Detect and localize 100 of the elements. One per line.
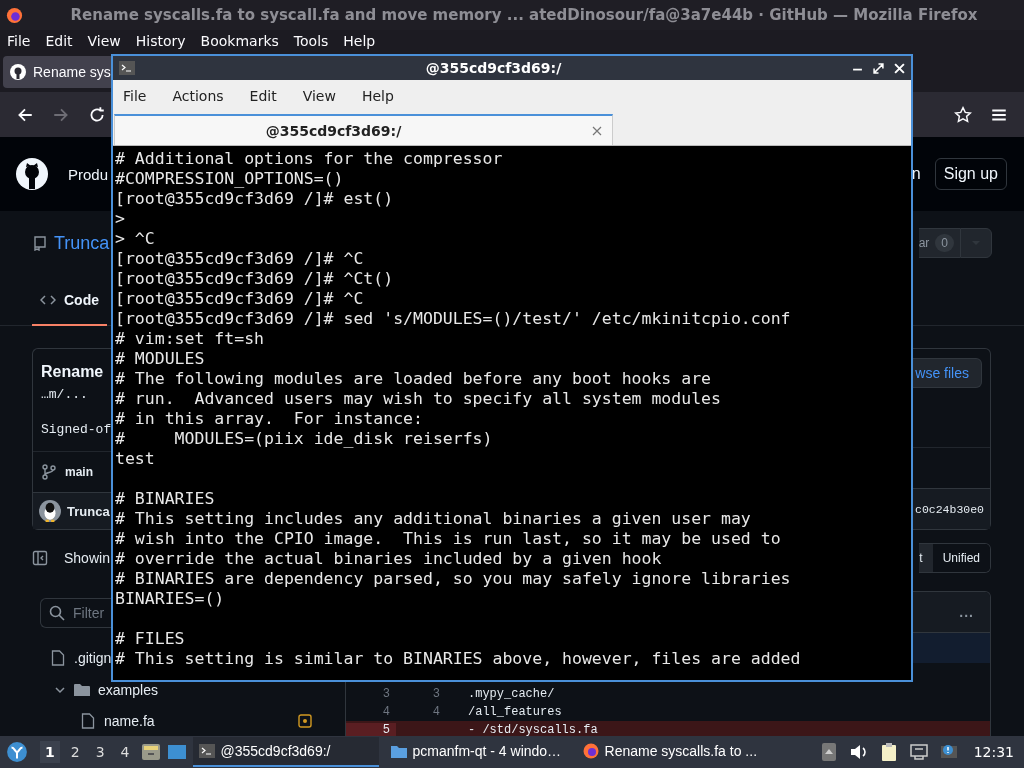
repo-name[interactable]: Trunca xyxy=(54,232,110,254)
volume-icon[interactable] xyxy=(849,743,868,761)
terminal-line: # FILES xyxy=(115,629,185,649)
window-title: @355cd9cf3d69:/ xyxy=(424,60,563,76)
branch-icon xyxy=(41,464,57,480)
workspace-button[interactable]: 2 xyxy=(65,741,85,763)
terminal-line: test xyxy=(115,449,155,469)
notification-icon[interactable] xyxy=(939,743,958,761)
workspace-button[interactable]: 3 xyxy=(90,741,110,763)
line-number: 5 xyxy=(346,723,396,737)
commit-message: …m/... xyxy=(41,387,88,402)
menu-item[interactable]: Bookmarks xyxy=(200,33,279,49)
line-number: 3 xyxy=(381,687,391,701)
folder-icon xyxy=(390,743,407,759)
terminal-line: # BINARIES are dependency parsed, so you may safely ignore libraries xyxy=(115,569,791,589)
firefox-icon xyxy=(5,5,24,25)
code-line: .mypy_cache/ xyxy=(468,687,555,701)
menu-item[interactable]: View xyxy=(87,33,121,49)
browse-files-button[interactable]: wse files xyxy=(913,358,982,388)
author-name[interactable]: Trunca xyxy=(67,503,110,519)
menu-item[interactable]: Actions xyxy=(172,88,224,104)
star-count: 0 xyxy=(935,234,954,252)
line-number: 4 xyxy=(381,705,391,719)
folder-icon xyxy=(74,681,90,698)
taskbar-task[interactable]: Rename syscalls.fa to ... xyxy=(576,737,764,767)
terminal-line: BINARIES=() xyxy=(115,589,225,609)
taskbar-task[interactable]: @355cd9cf3d69:/ xyxy=(192,737,379,767)
tree-item[interactable]: .gitign xyxy=(74,649,112,666)
line-number: 3 xyxy=(431,687,441,701)
file-icon xyxy=(80,712,96,729)
search-icon xyxy=(49,605,65,621)
menu-item[interactable]: File xyxy=(123,88,147,104)
code-tab[interactable]: Code xyxy=(32,275,107,326)
sign-up-button[interactable]: Sign up xyxy=(934,158,1007,190)
terminal-line: # MODULES=(piix ide_disk reiserfs) xyxy=(115,429,493,449)
browser-tab[interactable]: Rename sys xyxy=(3,56,111,88)
workspace-button[interactable]: 4 xyxy=(115,741,135,763)
terminal-line: # vim:set ft=sh xyxy=(115,329,264,349)
window-title: Rename syscalls.fa to syscall.fa and move memory ... atedDinosour/fa@3a7e44b · GitHub — Mozilla Firefox xyxy=(69,6,979,24)
desktop-icon[interactable] xyxy=(166,743,187,761)
branch-name[interactable]: main xyxy=(65,465,93,479)
commit-title: Rename xyxy=(41,363,104,381)
terminal-tab[interactable]: @355cd9cf3d69:/ xyxy=(114,114,613,145)
github-icon xyxy=(10,64,26,80)
tree-item[interactable]: name.fa xyxy=(104,712,155,729)
terminal-line: [root@355cd9cf3d69 /]# ^Ct() xyxy=(115,269,394,289)
terminal-line: > xyxy=(115,209,125,229)
drawer-icon[interactable] xyxy=(140,743,161,761)
sidebar-toggle-icon[interactable] xyxy=(32,550,48,566)
code-line: - /std/syscalls.fa xyxy=(468,723,598,737)
terminal-line: # MODULES xyxy=(115,349,205,369)
terminal-line: # in this array. For instance: xyxy=(115,409,423,429)
nav-link[interactable]: n xyxy=(911,165,921,183)
repo-icon xyxy=(32,235,48,251)
star-icon[interactable] xyxy=(954,105,972,124)
menu-item[interactable]: Edit xyxy=(249,88,277,104)
terminal-line: #COMPRESSION_OPTIONS=() xyxy=(115,169,344,189)
terminal-line: [root@355cd9cf3d69 /]# ^C xyxy=(115,249,364,269)
workspace-button[interactable]: 1 xyxy=(40,741,60,763)
avatar-icon xyxy=(39,500,61,522)
commit-sha[interactable]: c0c24b30e0 xyxy=(915,502,984,516)
terminal-line: > ^C xyxy=(115,229,155,249)
nav-link[interactable]: Produ xyxy=(68,165,109,183)
terminal-line: # Additional options for the compressor xyxy=(115,149,503,169)
reload-icon[interactable] xyxy=(88,105,106,124)
star-button[interactable]: ar 0 xyxy=(918,228,960,258)
menu-item[interactable]: Help xyxy=(361,88,394,104)
more-options-button[interactable]: ... xyxy=(953,603,980,621)
menu-item[interactable]: File xyxy=(7,33,31,49)
filter-field[interactable]: Filter xyxy=(40,598,111,628)
network-icon[interactable] xyxy=(909,743,928,761)
file-icon xyxy=(50,649,66,666)
menu-item[interactable]: Tools xyxy=(293,33,329,49)
terminal-line: # BINARIES xyxy=(115,489,215,509)
commit-message: Signed-of xyxy=(41,422,112,437)
start-menu-icon[interactable] xyxy=(6,741,28,763)
tree-item[interactable]: examples xyxy=(98,681,158,698)
star-dropdown-button[interactable] xyxy=(960,228,992,258)
terminal-line: # wish into the CPIO image. This is run last, so it may be used to xyxy=(115,529,781,549)
menu-item[interactable]: History xyxy=(135,33,186,49)
terminal-line: [root@355cd9cf3d69 /]# ^C xyxy=(115,289,364,309)
line-number: 4 xyxy=(431,705,441,719)
menu-item[interactable]: Edit xyxy=(45,33,73,49)
maximize-icon[interactable] xyxy=(873,62,884,74)
view-toggle-button[interactable]: t xyxy=(919,544,933,572)
github-logo-icon[interactable] xyxy=(16,158,48,190)
terminal-line: # override the actual binaries included by a given hook xyxy=(115,549,662,569)
terminal-line: [root@355cd9cf3d69 /]# sed 's/MODULES=()/test/' /etc/mkinitcpio.conf xyxy=(115,309,791,329)
clipboard-icon[interactable] xyxy=(879,743,898,761)
terminal-line: # This setting is similar to BINARIES above, however, files are added xyxy=(115,649,801,669)
terminal-line: # run. Advanced users may wish to specify all system modules xyxy=(115,389,721,409)
showing-text: Showin xyxy=(64,550,110,566)
terminal-line: # The following modules are loaded before any boot hooks are xyxy=(115,369,712,389)
terminal-line: # This setting includes any additional binaries a given user may xyxy=(115,509,751,529)
menu-item[interactable]: Help xyxy=(343,33,376,49)
code-line: /all_features xyxy=(468,705,562,719)
menu-item[interactable]: View xyxy=(302,88,336,104)
terminal-line: [root@355cd9cf3d69 /]# est() xyxy=(115,189,394,209)
taskbar-task[interactable]: pcmanfm-qt - 4 windo… xyxy=(384,737,571,767)
firefox-icon xyxy=(582,743,599,759)
